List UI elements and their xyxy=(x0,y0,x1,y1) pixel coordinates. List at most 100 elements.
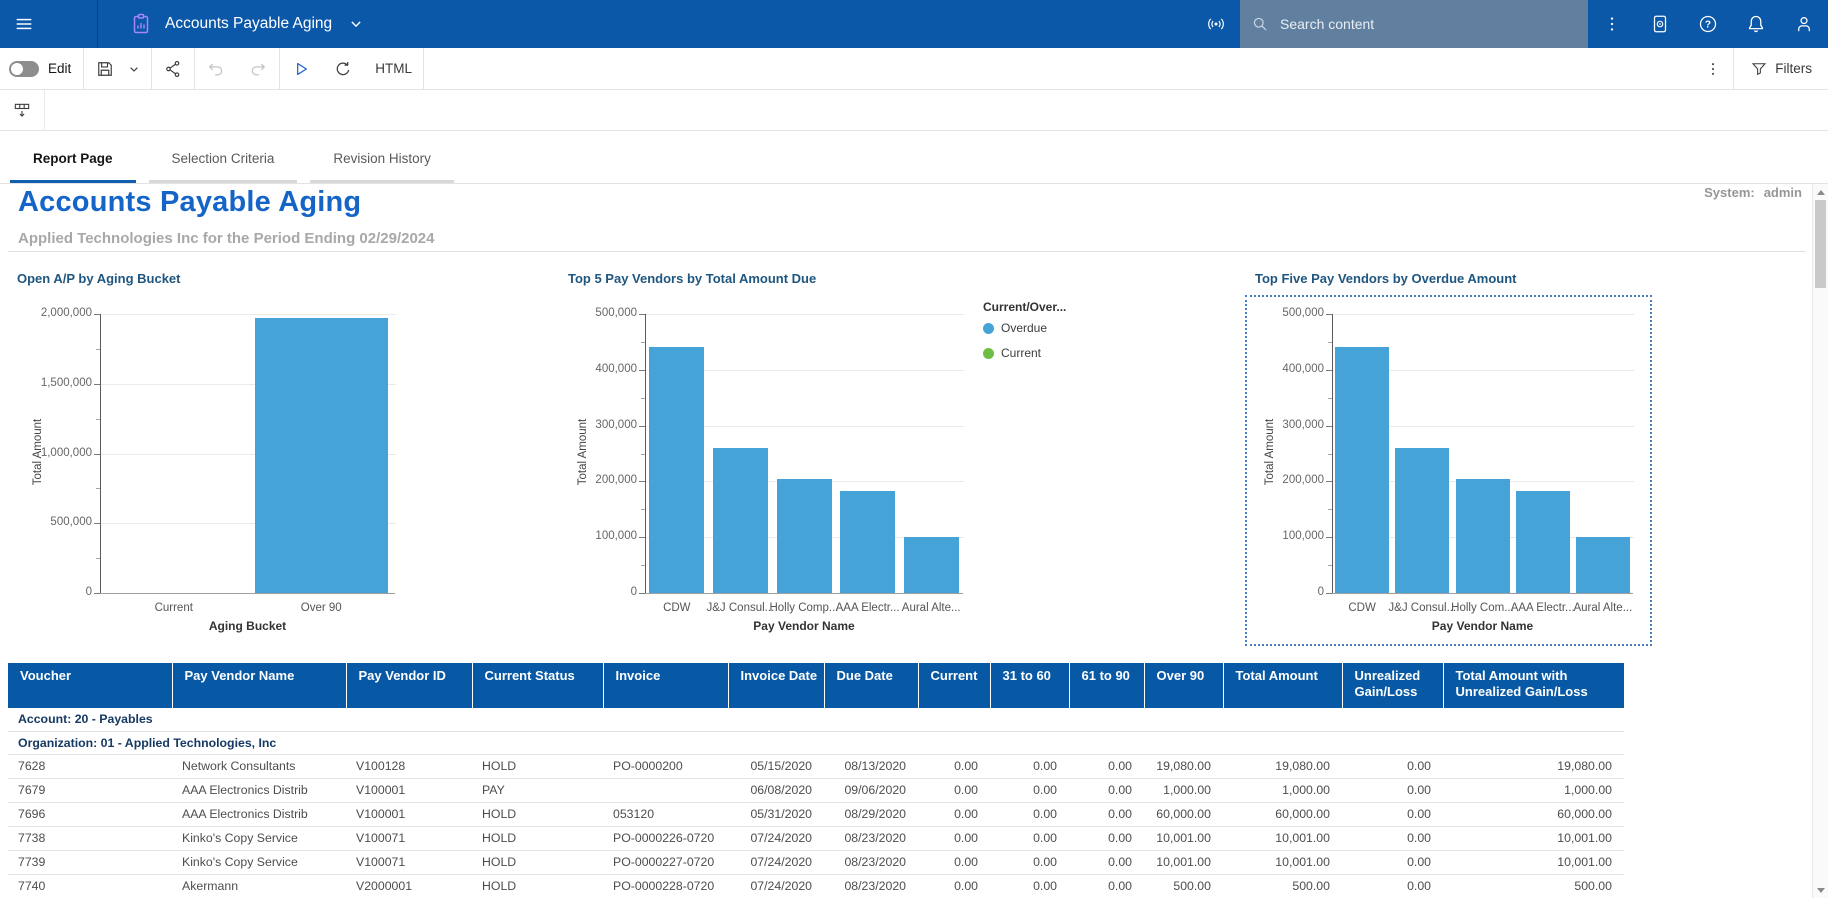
cell-pay-vendor-name[interactable]: AAA Electronics Distrib xyxy=(172,778,346,802)
column-header-invoice[interactable]: Invoice xyxy=(603,663,728,708)
cell-invoice-date[interactable]: 05/15/2020 xyxy=(728,754,824,778)
cell-unrealized-gain-loss[interactable]: 0.00 xyxy=(1342,802,1443,826)
cell-unrealized-gain-loss[interactable]: 0.00 xyxy=(1342,874,1443,898)
cell-invoice-date[interactable]: 05/31/2020 xyxy=(728,802,824,826)
account-group-row[interactable]: Account: 20 - Payables xyxy=(8,708,1624,731)
cell-voucher[interactable]: 7739 xyxy=(8,850,172,874)
cell-pay-vendor-name[interactable]: AAA Electronics Distrib xyxy=(172,802,346,826)
column-header-current-status[interactable]: Current Status xyxy=(472,663,603,708)
save-button[interactable] xyxy=(84,48,126,89)
cell-total-amount[interactable]: 60,000.00 xyxy=(1223,802,1342,826)
cell-pay-vendor-id[interactable]: V100001 xyxy=(346,802,472,826)
cell-current-status[interactable]: PAY xyxy=(472,778,603,802)
cell-current-status[interactable]: HOLD xyxy=(472,874,603,898)
cell-over-90[interactable]: 10,001.00 xyxy=(1144,826,1223,850)
cell-61-to-90[interactable]: 0.00 xyxy=(1069,850,1144,874)
cell-total-amount-with-unrealized-gain-loss[interactable]: 19,080.00 xyxy=(1443,754,1624,778)
cell-pay-vendor-name[interactable]: Kinko's Copy Service xyxy=(172,850,346,874)
cell-invoice-date[interactable]: 07/24/2020 xyxy=(728,874,824,898)
edit-toggle[interactable] xyxy=(9,61,39,77)
cell-over-90[interactable]: 500.00 xyxy=(1144,874,1223,898)
cell-pay-vendor-id[interactable]: V100128 xyxy=(346,754,472,778)
cell-pay-vendor-name[interactable]: Network Consultants xyxy=(172,754,346,778)
legend-item-current[interactable]: Current xyxy=(983,346,1066,360)
cell-31-to-60[interactable]: 0.00 xyxy=(990,754,1069,778)
tab-report-page[interactable]: Report Page xyxy=(10,151,136,183)
cell-total-amount-with-unrealized-gain-loss[interactable]: 60,000.00 xyxy=(1443,802,1624,826)
bar-j-j-consul-[interactable] xyxy=(713,448,768,593)
cell-voucher[interactable]: 7679 xyxy=(8,778,172,802)
cell-total-amount-with-unrealized-gain-loss[interactable]: 10,001.00 xyxy=(1443,850,1624,874)
cell-pay-vendor-id[interactable]: V100071 xyxy=(346,850,472,874)
cell-invoice-date[interactable]: 07/24/2020 xyxy=(728,826,824,850)
cell-due-date[interactable]: 08/23/2020 xyxy=(824,826,918,850)
cell-over-90[interactable]: 10,001.00 xyxy=(1144,850,1223,874)
cell-total-amount[interactable]: 1,000.00 xyxy=(1223,778,1342,802)
organization-group-row[interactable]: Organization: 01 - Applied Technologies,… xyxy=(8,731,1624,754)
column-header-pay-vendor-id[interactable]: Pay Vendor ID xyxy=(346,663,472,708)
cell-current[interactable]: 0.00 xyxy=(918,802,990,826)
help-icon[interactable]: ? xyxy=(1684,0,1732,48)
cell-total-amount[interactable]: 10,001.00 xyxy=(1223,826,1342,850)
cell-total-amount[interactable]: 19,080.00 xyxy=(1223,754,1342,778)
tab-revision-history[interactable]: Revision History xyxy=(310,151,454,183)
cell-31-to-60[interactable]: 0.00 xyxy=(990,826,1069,850)
device-console-icon[interactable] xyxy=(1636,0,1684,48)
share-button[interactable] xyxy=(152,48,194,89)
save-options-chevron-icon[interactable] xyxy=(126,48,151,89)
cell-due-date[interactable]: 08/23/2020 xyxy=(824,850,918,874)
cell-invoice[interactable] xyxy=(603,778,728,802)
bar-holly-com-[interactable] xyxy=(1456,479,1510,593)
cell-61-to-90[interactable]: 0.00 xyxy=(1069,874,1144,898)
bar-aaa-electr-[interactable] xyxy=(1516,491,1570,593)
run-report-button[interactable] xyxy=(280,48,322,89)
go-to-bottom-button[interactable] xyxy=(0,90,45,131)
cell-61-to-90[interactable]: 0.00 xyxy=(1069,802,1144,826)
cell-due-date[interactable]: 09/06/2020 xyxy=(824,778,918,802)
cell-invoice[interactable]: 053120 xyxy=(603,802,728,826)
tab-selection-criteria[interactable]: Selection Criteria xyxy=(149,151,298,183)
cell-over-90[interactable]: 19,080.00 xyxy=(1144,754,1223,778)
bar-aural-alte-[interactable] xyxy=(904,537,959,593)
cell-over-90[interactable]: 1,000.00 xyxy=(1144,778,1223,802)
cell-invoice-date[interactable]: 06/08/2020 xyxy=(728,778,824,802)
cell-total-amount[interactable]: 500.00 xyxy=(1223,874,1342,898)
toolbar-overflow-icon[interactable] xyxy=(1693,48,1733,89)
bar-cdw[interactable] xyxy=(1335,347,1389,593)
column-header-over-90[interactable]: Over 90 xyxy=(1144,663,1223,708)
search-bar[interactable] xyxy=(1240,0,1588,48)
cell-invoice[interactable]: PO-0000228-0720 xyxy=(603,874,728,898)
cell-pay-vendor-id[interactable]: V100001 xyxy=(346,778,472,802)
column-header-61-to-90[interactable]: 61 to 90 xyxy=(1069,663,1144,708)
bar-holly-comp-[interactable] xyxy=(777,479,832,593)
bar-j-j-consul-[interactable] xyxy=(1395,448,1449,593)
cell-pay-vendor-id[interactable]: V100071 xyxy=(346,826,472,850)
account-person-icon[interactable] xyxy=(1780,0,1828,48)
bar-aaa-electr-[interactable] xyxy=(840,491,895,593)
cell-over-90[interactable]: 60,000.00 xyxy=(1144,802,1223,826)
legend-item-overdue[interactable]: Overdue xyxy=(983,321,1066,335)
cell-31-to-60[interactable]: 0.00 xyxy=(990,802,1069,826)
cell-invoice[interactable]: PO-0000200 xyxy=(603,754,728,778)
cell-unrealized-gain-loss[interactable]: 0.00 xyxy=(1342,826,1443,850)
column-header-total-amount-with-unrealized-gain-loss[interactable]: Total Amount with Unrealized Gain/Loss xyxy=(1443,663,1624,708)
cell-total-amount-with-unrealized-gain-loss[interactable]: 10,001.00 xyxy=(1443,826,1624,850)
cell-invoice-date[interactable]: 07/24/2020 xyxy=(728,850,824,874)
cell-current-status[interactable]: HOLD xyxy=(472,826,603,850)
column-header-voucher[interactable]: Voucher xyxy=(8,663,172,708)
broadcast-icon[interactable] xyxy=(1192,0,1240,48)
cell-invoice[interactable]: PO-0000226-0720 xyxy=(603,826,728,850)
cell-current[interactable]: 0.00 xyxy=(918,826,990,850)
overflow-menu-icon[interactable] xyxy=(1588,0,1636,48)
cell-61-to-90[interactable]: 0.00 xyxy=(1069,826,1144,850)
column-header-invoice-date[interactable]: Invoice Date xyxy=(728,663,824,708)
cell-31-to-60[interactable]: 0.00 xyxy=(990,850,1069,874)
cell-voucher[interactable]: 7628 xyxy=(8,754,172,778)
cell-invoice[interactable]: PO-0000227-0720 xyxy=(603,850,728,874)
cell-total-amount-with-unrealized-gain-loss[interactable]: 500.00 xyxy=(1443,874,1624,898)
cell-current[interactable]: 0.00 xyxy=(918,850,990,874)
cell-current[interactable]: 0.00 xyxy=(918,754,990,778)
cell-voucher[interactable]: 7740 xyxy=(8,874,172,898)
bar-aural-alte-[interactable] xyxy=(1576,537,1630,593)
column-header-total-amount[interactable]: Total Amount xyxy=(1223,663,1342,708)
